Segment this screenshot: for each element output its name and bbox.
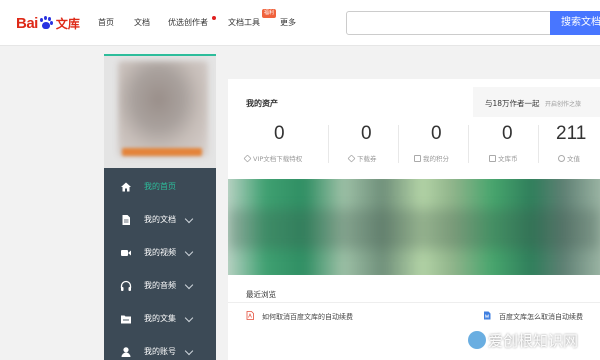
word-icon [484, 311, 491, 320]
stat-label: VIP文档下载特权 [243, 153, 302, 163]
stat-value: 0 [502, 123, 513, 144]
assets-title: 我的资产 [246, 99, 278, 108]
points-icon [414, 155, 421, 162]
nav-home[interactable]: 首页 [98, 17, 114, 28]
sidebar-item-label: 我的音频 [144, 281, 176, 290]
value-icon [558, 155, 565, 162]
home-icon [121, 182, 131, 192]
logo-wenku: 文库 [55, 16, 80, 31]
top-bar: Bai 文库 首页 文档 优选创作者 文档工具 更多 福利 搜索文档 [0, 0, 600, 46]
document-icon [122, 215, 130, 225]
stat-label: 下载券 [347, 153, 377, 163]
pdf-icon [246, 311, 254, 320]
sidebar: 我的首页 我的文档 我的视频 我的音频 我的文集 我的账号 [104, 54, 216, 360]
logo-bai: Bai [16, 14, 38, 32]
sidebar-item-home[interactable]: 我的首页 [104, 170, 216, 203]
stat-value: 211 [556, 123, 587, 144]
sidebar-item-label: 我的首页 [144, 182, 176, 191]
baidu-wenku-logo[interactable]: Bai 文库 [16, 13, 80, 33]
start-creating-link[interactable]: 开启创作之旅 [545, 99, 581, 108]
nav-more[interactable]: 更多 [280, 17, 296, 28]
watermark-logo-icon [468, 331, 486, 349]
sidebar-item-account[interactable]: 我的账号 [104, 335, 216, 360]
promo-text: 与18万作者一起 [485, 99, 540, 108]
main-panel: 我的资产 与18万作者一起 开启创作之旅 0 VIP文档下载特权 0 下载券 0… [228, 79, 600, 360]
sidebar-item-label: 我的视频 [144, 248, 176, 257]
watermark: 爱创根知识网 [468, 330, 578, 351]
sidebar-item-audio[interactable]: 我的音频 [104, 269, 216, 302]
divider [398, 125, 399, 163]
nav-doc-tools[interactable]: 文档工具 [228, 17, 260, 28]
search-input[interactable] [347, 12, 549, 34]
chevron-down-icon [184, 346, 194, 356]
search-button[interactable]: 搜索文档 [550, 11, 600, 35]
headphones-icon [120, 280, 132, 291]
avatar[interactable] [118, 61, 208, 157]
video-icon [121, 250, 131, 256]
divider [468, 125, 469, 163]
divider [538, 125, 539, 163]
sidebar-item-collections[interactable]: 我的文集 [104, 302, 216, 335]
chevron-down-icon [184, 313, 194, 323]
divider [228, 302, 600, 303]
stat-label: 文值 [558, 153, 580, 163]
chevron-down-icon [184, 214, 194, 224]
search-bar: 搜索文档 [346, 11, 600, 35]
recent-doc[interactable]: 如何取消百度文库的自动续费 [246, 311, 353, 322]
sidebar-item-videos[interactable]: 我的视频 [104, 236, 216, 269]
user-icon [121, 347, 131, 357]
recent-doc[interactable]: 百度文库怎么取消自动续费 [483, 311, 583, 322]
recent-title: 最近浏览 [246, 290, 276, 299]
paw-icon [39, 16, 53, 30]
stat-value: 0 [431, 123, 442, 144]
chevron-down-icon [184, 247, 194, 257]
recent-doc-title: 如何取消百度文库的自动续费 [262, 313, 353, 321]
notification-dot [212, 16, 216, 20]
folder-icon [121, 315, 131, 324]
promo-banner[interactable] [228, 179, 600, 275]
stat-value: 0 [274, 123, 285, 144]
coin-icon [489, 155, 496, 162]
avatar-area [104, 56, 216, 168]
creator-promo: 与18万作者一起 开启创作之旅 [473, 87, 600, 117]
stat-label: 我的积分 [414, 153, 449, 163]
diamond-icon [243, 154, 252, 163]
sidebar-item-documents[interactable]: 我的文档 [104, 203, 216, 236]
avatar-level-bar [122, 148, 202, 156]
chevron-down-icon [184, 280, 194, 290]
sidebar-item-label: 我的文集 [144, 314, 176, 323]
divider [328, 125, 329, 163]
ticket-icon [347, 154, 356, 163]
sidebar-item-label: 我的账号 [144, 347, 176, 356]
sidebar-item-label: 我的文档 [144, 215, 176, 224]
stat-label: 文库币 [489, 153, 518, 163]
doc-tools-badge: 福利 [262, 9, 277, 18]
nav-creators[interactable]: 优选创作者 [168, 17, 208, 28]
nav-docs[interactable]: 文档 [134, 17, 150, 28]
stat-value: 0 [361, 123, 372, 144]
recent-doc-title: 百度文库怎么取消自动续费 [499, 313, 583, 321]
